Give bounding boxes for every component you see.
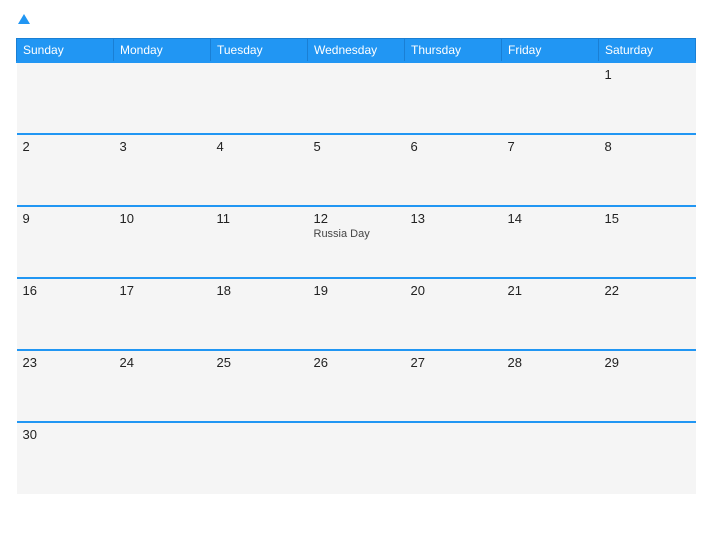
- day-number: 2: [23, 139, 108, 154]
- calendar-day-cell: [211, 422, 308, 494]
- day-number: 14: [508, 211, 593, 226]
- calendar-week-row: 16 17 18 19 20 21 22: [17, 278, 696, 350]
- calendar-day-cell: 15: [599, 206, 696, 278]
- logo-top: [16, 12, 30, 28]
- calendar-table: SundayMondayTuesdayWednesdayThursdayFrid…: [16, 38, 696, 494]
- calendar-day-cell: 17: [114, 278, 211, 350]
- day-number: 13: [411, 211, 496, 226]
- calendar-week-row: 9 10 11 12 Russia Day 13 14 15: [17, 206, 696, 278]
- day-number: 30: [23, 427, 108, 442]
- calendar-day-cell: [308, 422, 405, 494]
- calendar-day-cell: 1: [599, 62, 696, 134]
- calendar-day-cell: 19: [308, 278, 405, 350]
- day-number: 1: [605, 67, 690, 82]
- day-number: 15: [605, 211, 690, 226]
- day-number: 28: [508, 355, 593, 370]
- weekday-header-tuesday: Tuesday: [211, 39, 308, 63]
- day-number: 3: [120, 139, 205, 154]
- logo: [16, 12, 30, 28]
- calendar-day-cell: 22: [599, 278, 696, 350]
- weekday-header-monday: Monday: [114, 39, 211, 63]
- calendar-week-row: 30: [17, 422, 696, 494]
- calendar-day-cell: 4: [211, 134, 308, 206]
- calendar-day-cell: [211, 62, 308, 134]
- calendar-day-cell: [405, 62, 502, 134]
- day-number: 8: [605, 139, 690, 154]
- calendar-tbody: 123456789101112Russia Day131415161718192…: [17, 62, 696, 494]
- weekday-header-thursday: Thursday: [405, 39, 502, 63]
- day-number: 22: [605, 283, 690, 298]
- weekday-header-wednesday: Wednesday: [308, 39, 405, 63]
- calendar-day-cell: 30: [17, 422, 114, 494]
- day-number: 17: [120, 283, 205, 298]
- calendar-day-cell: [502, 422, 599, 494]
- day-number: 18: [217, 283, 302, 298]
- calendar-day-cell: 25: [211, 350, 308, 422]
- calendar-day-cell: 7: [502, 134, 599, 206]
- calendar-day-cell: 9: [17, 206, 114, 278]
- calendar-day-cell: 28: [502, 350, 599, 422]
- weekday-header-row: SundayMondayTuesdayWednesdayThursdayFrid…: [17, 39, 696, 63]
- day-number: 25: [217, 355, 302, 370]
- calendar-container: SundayMondayTuesdayWednesdayThursdayFrid…: [0, 0, 712, 550]
- weekday-header-friday: Friday: [502, 39, 599, 63]
- calendar-day-cell: 13: [405, 206, 502, 278]
- calendar-week-row: 2345678: [17, 134, 696, 206]
- calendar-day-cell: 16: [17, 278, 114, 350]
- calendar-day-cell: 14: [502, 206, 599, 278]
- day-number: 19: [314, 283, 399, 298]
- calendar-day-cell: 29: [599, 350, 696, 422]
- calendar-day-cell: 24: [114, 350, 211, 422]
- calendar-day-cell: 10: [114, 206, 211, 278]
- day-number: 23: [23, 355, 108, 370]
- calendar-day-cell: [502, 62, 599, 134]
- event-label: Russia Day: [314, 228, 399, 240]
- day-number: 5: [314, 139, 399, 154]
- calendar-day-cell: [405, 422, 502, 494]
- day-number: 27: [411, 355, 496, 370]
- day-number: 21: [508, 283, 593, 298]
- calendar-day-cell: 11: [211, 206, 308, 278]
- weekday-header-sunday: Sunday: [17, 39, 114, 63]
- day-number: 24: [120, 355, 205, 370]
- calendar-day-cell: 2: [17, 134, 114, 206]
- calendar-day-cell: 12 Russia Day: [308, 206, 405, 278]
- day-number: 7: [508, 139, 593, 154]
- calendar-header: [16, 12, 696, 28]
- calendar-thead: SundayMondayTuesdayWednesdayThursdayFrid…: [17, 39, 696, 63]
- calendar-day-cell: 21: [502, 278, 599, 350]
- calendar-day-cell: 18: [211, 278, 308, 350]
- calendar-day-cell: 8: [599, 134, 696, 206]
- calendar-day-cell: 5: [308, 134, 405, 206]
- day-number: 12: [314, 211, 399, 226]
- calendar-day-cell: [17, 62, 114, 134]
- calendar-day-cell: 20: [405, 278, 502, 350]
- calendar-day-cell: 3: [114, 134, 211, 206]
- calendar-week-row: 23 24 25 26 27 28 29: [17, 350, 696, 422]
- day-number: 10: [120, 211, 205, 226]
- day-number: 16: [23, 283, 108, 298]
- calendar-day-cell: [114, 62, 211, 134]
- calendar-day-cell: 26: [308, 350, 405, 422]
- logo-triangle-icon: [18, 14, 30, 24]
- calendar-day-cell: [308, 62, 405, 134]
- day-number: 11: [217, 211, 302, 226]
- day-number: 6: [411, 139, 496, 154]
- day-number: 26: [314, 355, 399, 370]
- calendar-day-cell: 27: [405, 350, 502, 422]
- calendar-day-cell: [599, 422, 696, 494]
- day-number: 9: [23, 211, 108, 226]
- day-number: 29: [605, 355, 690, 370]
- calendar-day-cell: 23: [17, 350, 114, 422]
- day-number: 4: [217, 139, 302, 154]
- calendar-day-cell: 6: [405, 134, 502, 206]
- day-number: 20: [411, 283, 496, 298]
- calendar-day-cell: [114, 422, 211, 494]
- calendar-week-row: 1: [17, 62, 696, 134]
- weekday-header-saturday: Saturday: [599, 39, 696, 63]
